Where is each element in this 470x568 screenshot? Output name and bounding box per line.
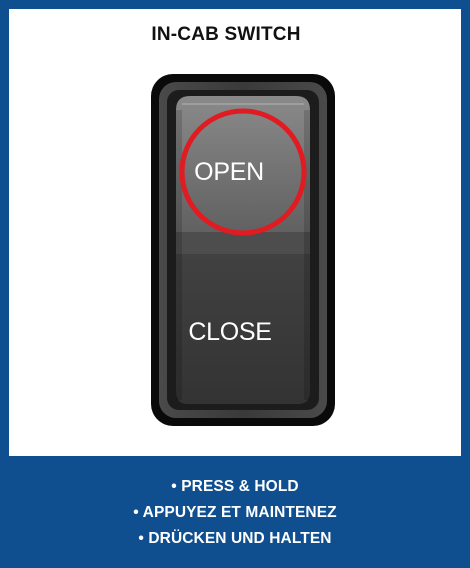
instruction-line: • PRESS & HOLD — [171, 478, 299, 495]
open-label: OPEN — [194, 158, 264, 186]
instruction-line: • DRÜCKEN UND HALTEN — [138, 530, 332, 547]
in-cab-switch-illustration — [151, 74, 335, 426]
close-label: CLOSE — [188, 318, 272, 346]
instruction-line: • APPUYEZ ET MAINTENEZ — [133, 504, 337, 521]
rocker-button[interactable] — [176, 96, 310, 404]
instruction-footer: • PRESS & HOLD • APPUYEZ ET MAINTENEZ • … — [0, 456, 470, 568]
